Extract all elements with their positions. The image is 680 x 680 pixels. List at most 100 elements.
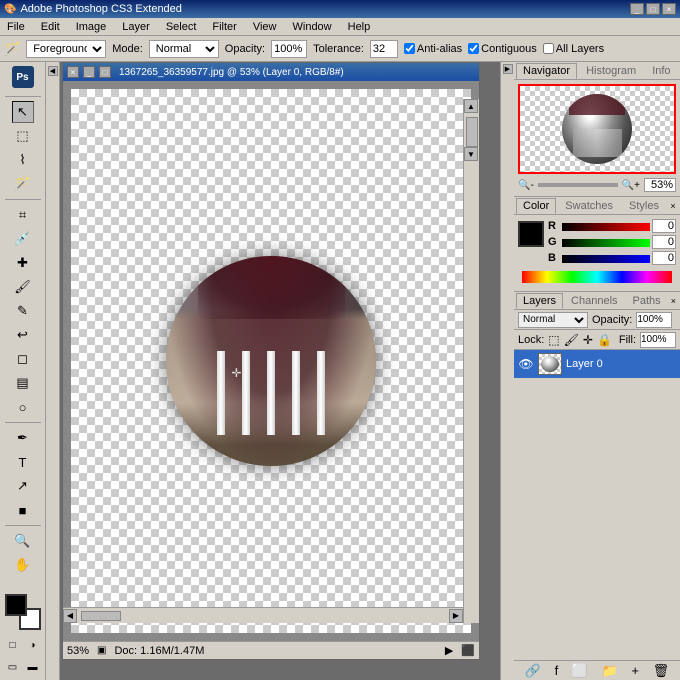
eyedropper-tool[interactable]: 💉 bbox=[12, 228, 34, 250]
green-slider-canvas[interactable] bbox=[562, 239, 650, 247]
scrollbar-horizontal[interactable]: ◀ ▶ bbox=[63, 607, 463, 623]
quick-mask-btn[interactable]: ◑ bbox=[24, 636, 42, 654]
scroll-track-h[interactable] bbox=[77, 610, 449, 622]
layers-panel-close[interactable]: × bbox=[669, 295, 678, 307]
zoom-out-icon[interactable]: 🔍- bbox=[518, 180, 534, 191]
zoom-tool[interactable]: 🔍 bbox=[12, 530, 34, 552]
tab-info[interactable]: Info bbox=[645, 63, 677, 79]
blend-mode-dropdown[interactable]: Normal bbox=[518, 312, 588, 328]
lock-transparent-btn[interactable]: ⬚ bbox=[548, 333, 559, 347]
menu-edit[interactable]: Edit bbox=[38, 20, 63, 34]
zoom-btn[interactable]: ▣ bbox=[97, 645, 106, 656]
stamp-tool[interactable]: ✎ bbox=[12, 300, 34, 322]
lasso-tool[interactable]: ⌇ bbox=[12, 149, 34, 171]
close-button[interactable]: × bbox=[662, 3, 676, 15]
right-collapse-btn[interactable]: ▶ bbox=[503, 64, 513, 74]
r-value-input[interactable] bbox=[652, 219, 676, 233]
lock-all-btn[interactable]: 🔒 bbox=[597, 333, 612, 347]
menu-layer[interactable]: Layer bbox=[119, 20, 153, 34]
new-layer-btn[interactable]: + bbox=[631, 663, 639, 678]
all-layers-checkbox[interactable] bbox=[543, 43, 554, 54]
scroll-thumb-h[interactable] bbox=[81, 611, 121, 621]
layer-row[interactable]: 👁 Layer 0 bbox=[514, 350, 680, 378]
color-spectrum-bar[interactable] bbox=[522, 271, 672, 283]
dodge-tool[interactable]: ○ bbox=[12, 396, 34, 418]
lock-move-btn[interactable]: ✛ bbox=[583, 333, 593, 347]
crop-tool[interactable]: ⌗ bbox=[12, 204, 34, 226]
all-layers-label[interactable]: All Layers bbox=[543, 43, 604, 55]
b-value-input[interactable] bbox=[652, 251, 676, 265]
red-slider-canvas[interactable] bbox=[562, 223, 650, 231]
tab-navigator[interactable]: Navigator bbox=[516, 63, 577, 79]
minimize-button[interactable]: _ bbox=[630, 3, 644, 15]
menu-image[interactable]: Image bbox=[73, 20, 110, 34]
canvas-area[interactable]: ✛ bbox=[71, 89, 471, 633]
g-value-input[interactable] bbox=[652, 235, 676, 249]
tab-styles[interactable]: Styles bbox=[622, 198, 666, 214]
menu-window[interactable]: Window bbox=[290, 20, 335, 34]
foreground-color-swatch[interactable] bbox=[5, 594, 27, 616]
maximize-button[interactable]: □ bbox=[646, 3, 660, 15]
move-tool[interactable]: ↖ bbox=[12, 101, 34, 123]
eraser-tool[interactable]: ◻ bbox=[12, 348, 34, 370]
fg-bg-color-selector[interactable] bbox=[5, 594, 41, 630]
link-layers-btn[interactable]: 🔗 bbox=[525, 663, 541, 679]
hand-tool[interactable]: ✋ bbox=[12, 554, 34, 576]
tab-histogram[interactable]: Histogram bbox=[579, 63, 643, 79]
green-track[interactable] bbox=[562, 238, 650, 246]
opacity-value-input[interactable] bbox=[636, 312, 672, 328]
tab-paths[interactable]: Paths bbox=[626, 293, 668, 309]
scroll-thumb-v[interactable] bbox=[466, 117, 478, 147]
tolerance-input[interactable] bbox=[370, 40, 398, 58]
scroll-down-btn[interactable]: ▼ bbox=[464, 147, 478, 161]
lock-paint-btn[interactable]: 🖌 bbox=[564, 333, 579, 347]
doc-minimize-button[interactable]: _ bbox=[83, 66, 95, 78]
blue-slider-canvas[interactable] bbox=[562, 255, 650, 263]
pen-tool[interactable]: ✒ bbox=[12, 427, 34, 449]
fill-value-input[interactable] bbox=[640, 332, 676, 348]
tab-layers[interactable]: Layers bbox=[516, 293, 563, 309]
anti-alias-checkbox[interactable] bbox=[404, 43, 415, 54]
heal-tool[interactable]: ✚ bbox=[12, 252, 34, 274]
scroll-right-btn[interactable]: ▶ bbox=[449, 609, 463, 623]
scroll-up-btn[interactable]: ▲ bbox=[464, 99, 478, 113]
tab-swatches[interactable]: Swatches bbox=[558, 198, 620, 214]
layer-name[interactable]: Layer 0 bbox=[566, 358, 676, 370]
scroll-left-btn[interactable]: ◀ bbox=[63, 609, 77, 623]
foreground-color-box[interactable] bbox=[518, 221, 544, 247]
panel-collapse-btn-1[interactable]: ◀ bbox=[48, 66, 58, 76]
history-brush-tool[interactable]: ↩ bbox=[12, 324, 34, 346]
contiguous-label[interactable]: Contiguous bbox=[468, 43, 537, 55]
status-arrow-btn[interactable]: ▶ bbox=[445, 644, 453, 657]
marquee-tool[interactable]: ⬚ bbox=[12, 125, 34, 147]
text-tool[interactable]: T bbox=[12, 451, 34, 473]
menu-view[interactable]: View bbox=[250, 20, 280, 34]
doc-close-button[interactable]: × bbox=[67, 66, 79, 78]
add-style-btn[interactable]: f bbox=[555, 663, 559, 678]
contiguous-checkbox[interactable] bbox=[468, 43, 479, 54]
red-track[interactable] bbox=[562, 222, 650, 230]
anti-alias-label[interactable]: Anti-alias bbox=[404, 43, 462, 55]
scroll-track-v[interactable] bbox=[464, 117, 479, 147]
path-selection-tool[interactable]: ↗ bbox=[12, 475, 34, 497]
layers-list[interactable]: 👁 Layer 0 bbox=[514, 350, 680, 660]
layer-visibility-toggle[interactable]: 👁 bbox=[518, 356, 534, 372]
gradient-tool[interactable]: ▤ bbox=[12, 372, 34, 394]
status-extra-btn[interactable]: ⬛ bbox=[461, 644, 475, 657]
standard-mode-btn[interactable]: □ bbox=[4, 636, 22, 654]
zoom-in-icon[interactable]: 🔍+ bbox=[622, 180, 640, 191]
shape-tool[interactable]: ■ bbox=[12, 499, 34, 521]
screen-mode-btn[interactable]: ▭ bbox=[4, 658, 22, 676]
doc-maximize-button[interactable]: □ bbox=[99, 66, 111, 78]
blue-track[interactable] bbox=[562, 254, 650, 262]
tab-color[interactable]: Color bbox=[516, 198, 556, 214]
add-mask-btn[interactable]: ⬜ bbox=[572, 663, 588, 679]
tab-channels[interactable]: Channels bbox=[564, 293, 624, 309]
tool-preset-dropdown[interactable]: Foreground bbox=[26, 40, 106, 58]
menu-select[interactable]: Select bbox=[163, 20, 200, 34]
document-content[interactable]: ✛ ▲ ▼ ◀ ▶ bbox=[63, 81, 479, 641]
menu-file[interactable]: File bbox=[4, 20, 28, 34]
new-group-btn[interactable]: 📁 bbox=[602, 663, 618, 679]
color-panel-close[interactable]: × bbox=[668, 200, 678, 212]
menu-filter[interactable]: Filter bbox=[209, 20, 239, 34]
